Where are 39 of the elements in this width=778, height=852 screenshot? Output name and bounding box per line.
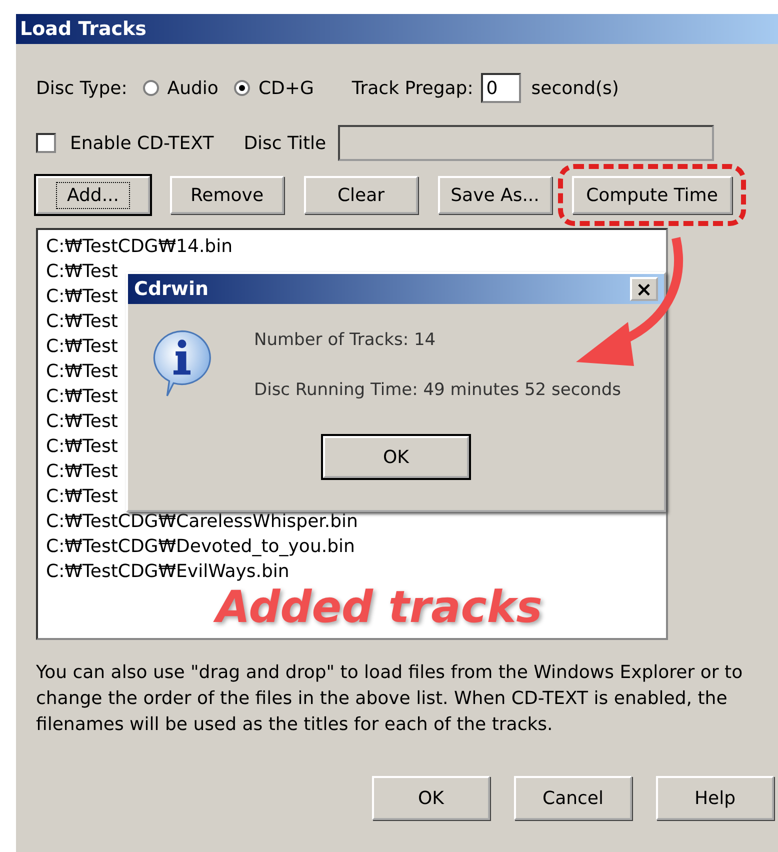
track-item[interactable]: C:₩Test: [46, 309, 118, 334]
track-item[interactable]: C:₩Test: [46, 334, 118, 359]
track-item[interactable]: C:₩TestCDG₩14.bin: [46, 234, 233, 259]
pregap-input[interactable]: 0: [481, 73, 522, 103]
track-item[interactable]: C:₩Test: [46, 259, 118, 284]
dialog-button[interactable]: Help: [656, 776, 774, 820]
help-text: You can also use "drag and drop" to load files from the Windows Explorer or to change the order of the files in the above list. When CD-TEXT is enabled, the filenames will be used as the titles for each of the tracks.: [36, 661, 744, 737]
toolbar-button[interactable]: Clear: [304, 176, 418, 214]
track-item[interactable]: C:₩TestCDG₩CarelessWhisper.bin: [46, 509, 358, 534]
radio-label: CD+G: [258, 78, 314, 98]
disc-title-label: Disc Title: [244, 132, 326, 154]
toolbar-button[interactable]: Remove: [170, 176, 284, 214]
track-item[interactable]: C:₩Test: [46, 359, 118, 384]
dialog-button[interactable]: Cancel: [514, 776, 632, 820]
window-title: Load Tracks: [16, 14, 778, 44]
close-button[interactable]: ×: [630, 277, 658, 301]
toolbar-button[interactable]: Compute Time: [572, 176, 732, 214]
track-item[interactable]: C:₩Test: [46, 459, 118, 484]
toolbar-button[interactable]: Add...: [36, 176, 150, 214]
message-title: Cdrwin: [134, 278, 209, 300]
message-text: Disc Running Time: 49 minutes 52 seconds: [254, 380, 621, 402]
unit-label: second(s): [531, 78, 619, 98]
disc-type-label: Disc Type:: [36, 78, 128, 98]
track-item[interactable]: C:₩TestCDG₩EvilWays.bin: [46, 559, 290, 584]
ok-button[interactable]: OK: [323, 436, 469, 478]
radio-label: Audio: [167, 78, 218, 98]
track-item[interactable]: C:₩TestCDG₩Devoted_to_you.bin: [46, 534, 355, 559]
dialog-button[interactable]: OK: [372, 776, 490, 820]
track-item[interactable]: C:₩Test: [46, 284, 118, 309]
radio-button[interactable]: [234, 80, 250, 96]
track-item[interactable]: C:₩Test: [46, 384, 118, 409]
message-text: Number of Tracks: 14: [254, 330, 437, 352]
radio-button[interactable]: [143, 80, 160, 96]
toolbar-button[interactable]: Save As...: [438, 176, 552, 214]
enable-cd-text-checkbox[interactable]: Enable CD-TEXT: [36, 132, 214, 154]
track-item[interactable]: C:₩Test: [46, 409, 118, 434]
track-item[interactable]: C:₩Test: [46, 434, 118, 459]
track-pregap-label: Track Pregap:: [352, 78, 474, 98]
track-item[interactable]: C:₩Test: [46, 484, 118, 509]
